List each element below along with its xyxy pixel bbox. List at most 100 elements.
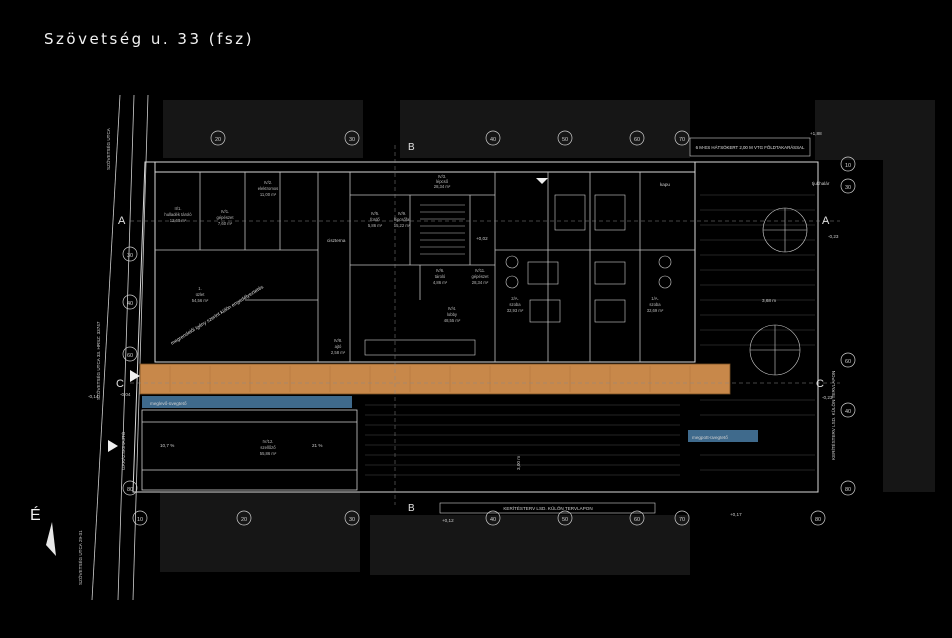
street-label-bottom: SZÖVETSÉG UTCA 29-31 [77,530,83,585]
garage-ramp [141,409,358,491]
axis-letter-a-left: A [118,215,126,227]
gate-label: kapu [660,182,670,187]
room-name: elektromos [258,186,278,191]
cistern-label: ciszterna [327,238,346,243]
fence-right-label: KERÍTÉSTERV LSD. KÜLÖN TERVLAPON [830,371,836,460]
axis-letter-b-top: B [408,142,415,153]
room-name: hulladék tároló [164,212,192,217]
axis-letter-c-right: C [816,378,824,390]
axis-letter-c-left: C [116,378,124,390]
room-code: IV/1. [221,209,230,214]
room-walls [155,172,695,362]
height-368: 3,68 m [762,298,776,303]
top-grid-balloons [132,130,826,526]
side-axis-labels: 30 40 60 80 10 30 60 40 80 [127,163,851,493]
elevation-a: -0,23 [828,234,839,239]
grid-number: 80 [815,517,821,523]
grid-number: 40 [490,517,496,523]
side-axis-code: 10 [845,163,851,169]
grid-number: 20 [241,517,247,523]
room-area: 7,60 m² [218,221,233,226]
room-area: 54,56 m² [192,298,209,303]
room-area: 15,22 m² [394,223,411,228]
room-name: tároló [435,274,446,279]
grid-number: 60 [634,137,640,143]
axis-letter-b-bottom: B [408,503,415,514]
grid-number: 60 [634,517,640,523]
elevation-left: -0,14 [88,394,99,399]
side-axis-code: 80 [845,487,851,493]
site-outline [132,161,819,493]
side-axis-code: 30 [127,253,133,259]
room-code: 1/A. [651,296,658,301]
room-code: IV/9. [398,211,407,216]
north-arrow-icon: É [30,505,56,556]
room-labels: II/1. hulladék tároló 12,60 m² IV/1. gép… [164,174,663,456]
grid-axes [130,145,840,505]
room-name: szoba [649,302,661,307]
side-axis-code: 60 [127,353,133,359]
furniture [364,194,672,356]
room-area: 4,86 m² [433,280,448,285]
room-area: 11,00 m² [260,192,277,197]
room-area: 28,34 m² [434,184,451,189]
elevation-center: +0,02 [476,236,488,241]
side-axis-code: 30 [845,185,851,191]
grid-number: 30 [349,137,355,143]
room-code: IV/4. [448,306,457,311]
room-name: gépészet [217,215,235,220]
side-axis-balloons [122,156,856,496]
room-code: IV/12. [263,439,274,444]
skylight-label-2: megpott-üvegtető [692,435,728,440]
room-code: 2/A. [511,296,518,301]
side-axis-code: 40 [127,301,133,307]
stair [420,204,465,255]
section-arrow-icon [108,440,118,452]
room-area: 48,55 m² [444,318,461,323]
section-arrow-icon [130,370,140,382]
floor-plan: 20 30 40 50 60 70 10 20 30 40 50 60 70 8… [30,94,935,601]
grid-number: 50 [562,517,568,523]
room-name: fürdő [370,217,380,222]
grid-number: 50 [562,137,568,143]
side-axis-code: 40 [845,409,851,415]
section-arrow-icon [536,178,548,184]
room-name: üzlet [196,292,206,297]
grid-number: 70 [679,517,685,523]
room-area: 2,58 m² [331,350,346,355]
backyard-label: 6 M-ES HÁTSÓKERT 2,00 M VTG FÖLDTAKARÁSS… [696,145,805,150]
room-name: lépcsőfal [394,217,411,222]
room-name: szoba [509,302,521,307]
room-code: IV/6. [436,268,445,273]
room-name: lobby [447,312,458,317]
side-axis-code: 80 [127,487,133,493]
room-code: II/1. [175,206,182,211]
grid-number: 70 [679,137,685,143]
grid-number: 10 [137,517,143,523]
street-label-lower: SZÖVETSÉG UTCA 33. HRSZ: 33747 [95,321,101,400]
room-area: 55,86 m² [260,451,277,456]
neighbor-plots [160,100,935,575]
room-name: ajtó [335,344,342,349]
room-code: IV/2. [264,180,273,185]
tyuk-label: tjukhalár [812,181,830,186]
room-code: IV/5. [371,211,380,216]
side-axis-code: 60 [845,359,851,365]
fence-bottom-label: KERÍTÉSTERV LSD. KÜLÖN TERVLAPON [503,505,592,511]
axis-letter-a-right: A [822,215,830,227]
elevation-bottom2: +0,17 [730,512,742,517]
room-name: szellőző [260,445,276,450]
room-area: 32,69 m² [647,308,664,313]
separate-permit-note: megrendelői igény szerint külön engedély… [170,284,265,347]
corridor [139,363,731,395]
ramp-percent-1: 10,7 % [160,443,174,448]
grid-number: 30 [349,517,355,523]
tree-icon-group [749,207,808,376]
room-code: IV/8. [334,338,343,343]
elevation-top: +1,88 [810,131,822,136]
grid-number: 20 [215,137,221,143]
skylight-label-1: meglevő-üvegtető [150,401,187,406]
room-area: 12,60 m² [170,218,187,223]
elevation-left2: -0,04 [120,392,131,397]
street-label-main: SZÖVETSÉG UTCA [105,127,111,170]
